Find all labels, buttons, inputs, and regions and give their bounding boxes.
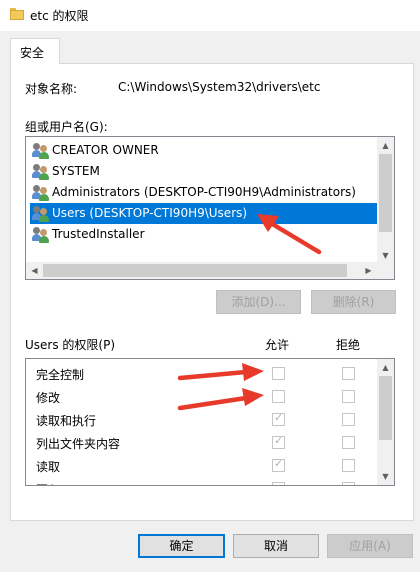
permission-name: 修改 <box>36 391 61 405</box>
list-item-trustedinstaller[interactable]: TrustedInstaller <box>30 224 380 245</box>
allow-full-control-checkbox[interactable] <box>272 367 285 380</box>
object-name-label: 对象名称: <box>25 82 78 96</box>
deny-read-execute-checkbox[interactable] <box>342 413 355 426</box>
annotation-arrow-icon <box>177 388 264 411</box>
scroll-up-icon[interactable]: ▲ <box>377 359 394 376</box>
scroll-corner <box>377 262 394 279</box>
permission-row-write: 写入 <box>26 477 378 485</box>
tab-strip <box>0 31 420 63</box>
title-bar: etc 的权限 <box>0 0 420 31</box>
allow-list-folder-checkbox[interactable] <box>272 434 285 449</box>
permissions-vertical-scrollbar[interactable]: ▲ ▼ <box>377 359 394 485</box>
group-list-label: 组或用户名(G): <box>25 120 108 134</box>
user-group-icon <box>32 185 50 201</box>
allow-read-checkbox[interactable] <box>272 457 285 472</box>
user-group-icon <box>32 143 50 159</box>
tab-security[interactable]: 安全 <box>10 38 60 64</box>
list-item-label: SYSTEM <box>52 164 100 178</box>
permission-name: 完全控制 <box>36 368 85 382</box>
allow-write-checkbox[interactable] <box>272 482 285 485</box>
scroll-thumb[interactable] <box>379 154 392 232</box>
allow-read-execute-checkbox[interactable] <box>272 411 285 426</box>
apply-button[interactable]: 应用(A) <box>327 534 413 558</box>
deny-column-header: 拒绝 <box>336 338 361 352</box>
deny-full-control-checkbox[interactable] <box>342 367 355 380</box>
window-title: etc 的权限 <box>30 9 89 23</box>
deny-modify-checkbox[interactable] <box>342 390 355 403</box>
scroll-left-icon[interactable]: ◀ <box>26 262 43 279</box>
permission-name: 读取和执行 <box>36 414 97 428</box>
list-item-label: TrustedInstaller <box>52 227 145 241</box>
object-name-value: C:\Windows\System32\drivers\etc <box>118 80 321 94</box>
list-item-label: Users (DESKTOP-CTI90H9\Users) <box>52 206 248 220</box>
scroll-right-icon[interactable]: ▶ <box>360 262 377 279</box>
list-item-label: CREATOR OWNER <box>52 143 159 157</box>
list-item-administrators[interactable]: Administrators (DESKTOP-CTI90H9\Administ… <box>30 182 380 203</box>
list-item-label: Administrators (DESKTOP-CTI90H9\Administ… <box>52 185 356 199</box>
permissions-label: Users 的权限(P) <box>25 338 116 352</box>
list-vertical-scrollbar[interactable]: ▲ ▼ <box>377 137 394 264</box>
allow-modify-checkbox[interactable] <box>272 390 285 403</box>
scroll-down-icon[interactable]: ▼ <box>377 468 394 485</box>
scroll-up-icon[interactable]: ▲ <box>377 137 394 154</box>
allow-column-header: 允许 <box>265 338 290 352</box>
permission-name: 读取 <box>36 460 61 474</box>
cancel-button[interactable]: 取消 <box>233 534 319 558</box>
annotation-arrow-icon <box>257 214 322 255</box>
folder-icon <box>10 8 24 20</box>
scroll-thumb[interactable] <box>379 376 392 440</box>
deny-read-checkbox[interactable] <box>342 459 355 472</box>
deny-list-folder-checkbox[interactable] <box>342 436 355 449</box>
deny-write-checkbox[interactable] <box>342 482 355 485</box>
permission-name: 列出文件夹内容 <box>36 437 121 451</box>
user-group-icon <box>32 206 50 222</box>
add-button[interactable]: 添加(D)... <box>216 290 301 314</box>
group-user-list[interactable]: CREATOR OWNER SYSTEM Administrators (DES… <box>25 136 395 280</box>
list-item-system[interactable]: SYSTEM <box>30 161 380 182</box>
list-horizontal-scrollbar[interactable]: ◀ ▶ <box>26 262 377 279</box>
user-group-icon <box>32 164 50 180</box>
list-item-users[interactable]: Users (DESKTOP-CTI90H9\Users) <box>30 203 380 224</box>
permission-name: 写入 <box>36 481 60 485</box>
permission-row-list-folder: 列出文件夹内容 <box>26 431 378 454</box>
ok-button[interactable]: 确定 <box>138 534 225 558</box>
scroll-thumb[interactable] <box>43 264 347 277</box>
user-group-icon <box>32 227 50 243</box>
remove-button[interactable]: 删除(R) <box>311 290 396 314</box>
list-item-creator-owner[interactable]: CREATOR OWNER <box>30 140 380 161</box>
tab-security-label: 安全 <box>20 46 45 60</box>
annotation-arrow-icon <box>177 363 264 381</box>
permission-row-read: 读取 <box>26 454 378 477</box>
